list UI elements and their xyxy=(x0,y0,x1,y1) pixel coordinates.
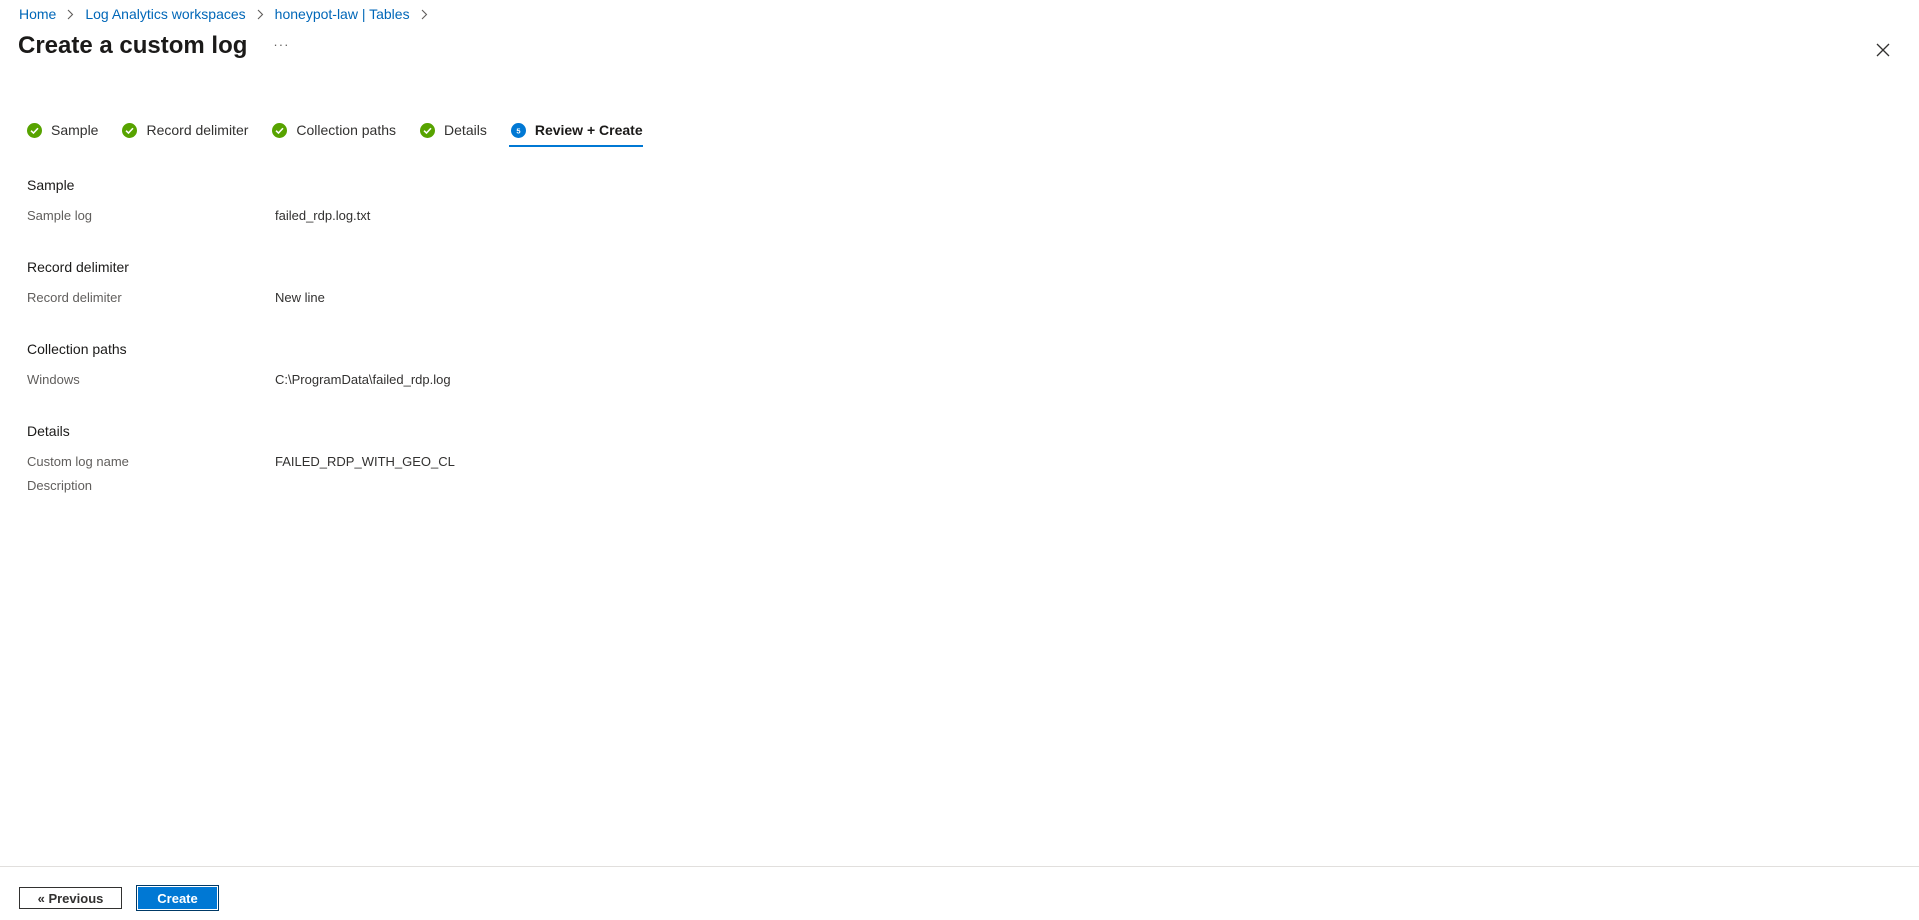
summary-row: Description xyxy=(27,476,727,496)
more-options-button[interactable]: ··· xyxy=(273,37,289,52)
close-button[interactable] xyxy=(1872,39,1894,61)
summary-row: Windows C:\ProgramData\failed_rdp.log xyxy=(27,370,727,390)
section-title: Details xyxy=(27,423,70,439)
check-circle-icon xyxy=(420,122,436,138)
tab-collection-paths[interactable]: Collection paths xyxy=(272,116,396,144)
chevron-right-icon xyxy=(67,9,74,20)
review-summary: Sample Sample log failed_rdp.log.txt Rec… xyxy=(27,175,727,527)
tab-label: Review + Create xyxy=(534,122,643,138)
breadcrumb: Home Log Analytics workspaces honeypot-l… xyxy=(19,6,439,22)
tab-details[interactable]: Details xyxy=(420,116,487,144)
row-label: Custom log name xyxy=(27,454,129,469)
title-row: Create a custom log ··· xyxy=(18,32,289,60)
close-icon xyxy=(1876,43,1890,57)
chevron-right-icon xyxy=(257,9,264,20)
create-button[interactable]: Create xyxy=(136,885,219,911)
section-title: Sample xyxy=(27,177,75,193)
summary-row: Record delimiter New line xyxy=(27,288,727,308)
section-sample: Sample Sample log failed_rdp.log.txt xyxy=(27,175,727,226)
check-circle-icon xyxy=(272,122,288,138)
wizard-tabs: Sample Record delimiter Collection paths… xyxy=(27,116,643,147)
step-number: 5 xyxy=(516,126,520,135)
tab-label: Record delimiter xyxy=(146,122,249,138)
footer-divider xyxy=(0,866,1919,867)
previous-button[interactable]: « Previous xyxy=(19,887,122,909)
tab-sample[interactable]: Sample xyxy=(27,116,98,144)
tab-label: Sample xyxy=(51,122,99,138)
breadcrumb-honeypot-law-tables[interactable]: honeypot-law | Tables xyxy=(275,6,410,22)
row-value: C:\ProgramData\failed_rdp.log xyxy=(275,372,451,387)
summary-row: Sample log failed_rdp.log.txt xyxy=(27,206,727,226)
breadcrumb-home[interactable]: Home xyxy=(19,6,56,22)
row-label: Windows xyxy=(27,372,80,387)
tab-label: Collection paths xyxy=(296,122,397,138)
row-value: failed_rdp.log.txt xyxy=(275,208,371,223)
page-title: Create a custom log xyxy=(18,32,248,59)
section-title: Record delimiter xyxy=(27,259,129,275)
row-label: Record delimiter xyxy=(27,290,122,305)
breadcrumb-log-analytics-workspaces[interactable]: Log Analytics workspaces xyxy=(85,6,245,22)
tab-label: Details xyxy=(444,122,487,138)
check-circle-icon xyxy=(27,122,42,138)
tab-record-delimiter[interactable]: Record delimiter xyxy=(122,116,248,144)
row-value: New line xyxy=(275,290,325,305)
row-value: FAILED_RDP_WITH_GEO_CL xyxy=(275,454,455,469)
step-number-icon: 5 xyxy=(510,122,526,138)
section-title: Collection paths xyxy=(27,341,127,357)
section-collection-paths: Collection paths Windows C:\ProgramData\… xyxy=(27,339,727,390)
section-details: Details Custom log name FAILED_RDP_WITH_… xyxy=(27,421,727,496)
row-label: Sample log xyxy=(27,208,93,223)
summary-row: Custom log name FAILED_RDP_WITH_GEO_CL xyxy=(27,452,727,472)
check-circle-icon xyxy=(122,122,138,138)
create-custom-log-page: Home Log Analytics workspaces honeypot-l… xyxy=(0,0,1919,920)
chevron-right-icon xyxy=(421,9,428,20)
row-label: Description xyxy=(27,478,93,493)
tab-review-create[interactable]: 5 Review + Create xyxy=(508,116,643,147)
section-record-delimiter: Record delimiter Record delimiter New li… xyxy=(27,257,727,308)
